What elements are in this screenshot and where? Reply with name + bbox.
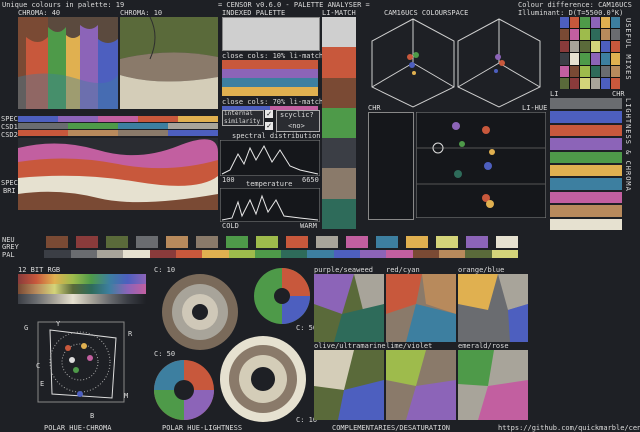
hue-lightness-c50-b — [154, 360, 214, 420]
wheel-c: C — [36, 362, 41, 370]
li-match-label: LI-MATCH — [322, 9, 356, 17]
bri-label: BRI — [3, 187, 16, 195]
internal-similarity-checkbox[interactable]: ✓ — [265, 110, 273, 118]
li-label: LI — [550, 90, 559, 98]
csd1-bar — [18, 123, 218, 129]
chroma-40-label: CHROMA: 40 — [18, 9, 61, 17]
emerald-rose-label: emerald/rose — [458, 342, 509, 350]
wheel-m: M — [124, 392, 129, 400]
chroma-10-label: CHROMA: 10 — [120, 9, 163, 17]
olive-ultramarine-label: olive/ultramarine — [314, 342, 386, 350]
spectral-distribution-plot — [220, 140, 320, 176]
olive-ultramarine-voronoi — [314, 350, 384, 420]
complementaries-label: COMPLEMENTARIES/DESATURATION — [332, 424, 451, 432]
cam16-label: CAM16UCS COLOURSPACE — [384, 9, 469, 17]
spectral-min: 100 — [222, 176, 235, 184]
li-match-strip — [322, 17, 356, 229]
polar-hue-chroma-label: POLAR HUE-CHROMA — [44, 424, 112, 432]
wheel-y: Y — [56, 320, 61, 328]
lime-violet-voronoi — [386, 350, 456, 420]
palette-strip[interactable] — [18, 250, 518, 258]
c50-label-b: C: 50 — [154, 350, 176, 358]
useful-mixes-grid — [560, 17, 620, 89]
orange-blue-voronoi — [458, 274, 528, 342]
li-hue-label: LI-HUE — [522, 104, 548, 112]
wheel-r: R — [128, 330, 133, 338]
unique-colours-label: Unique colours in palette: 19 — [2, 1, 125, 9]
hue-lightness-c50-a — [254, 268, 310, 324]
wheel-g: G — [24, 324, 29, 332]
close-cols-70-label: close cols: 70% li-match — [222, 98, 324, 106]
chroma-40-plot — [18, 17, 118, 109]
purple-seaweed-label: purple/seaweed — [314, 266, 374, 274]
hue-lightness-c10-b — [220, 336, 306, 422]
chr-plot[interactable] — [368, 112, 414, 220]
temperature-label: temperature — [246, 180, 293, 188]
lightness-chroma-label: LIGHTNESS & CHROMA — [624, 98, 632, 192]
indexed-palette-grid[interactable] — [222, 17, 320, 51]
lime-violet-label: lime/violet — [386, 342, 433, 350]
spectrum-landscape-plot — [18, 138, 218, 210]
internal-similarity-label: internal similarity — [224, 110, 261, 125]
grey-label: GREY — [2, 243, 19, 251]
chroma-10-plot — [120, 17, 218, 109]
wheel-e: E — [40, 380, 45, 388]
colour-difference-label: Colour difference: CAM16UCS — [518, 1, 632, 9]
red-cyan-voronoi — [386, 274, 456, 342]
polar-hue-chroma-plot[interactable] — [28, 312, 132, 412]
orange-blue-label: orange/blue — [458, 266, 505, 274]
indexed-palette-label: INDEXED PALETTE — [222, 9, 286, 17]
li-hue-plot[interactable] — [416, 112, 546, 218]
polar-hue-lightness-label: POLAR HUE-LIGHTNESS — [162, 424, 243, 432]
spec-label-b: SPEC — [1, 179, 18, 187]
close-cols-10-label: close cols: 10% li-match — [222, 52, 324, 60]
csd1-label: CSD1 — [1, 123, 18, 131]
temperature-warm: WARM — [300, 222, 317, 230]
rgb12-grid — [18, 274, 146, 304]
cam16-colourspace-3d-left[interactable] — [370, 17, 456, 109]
spectral-max: 6650 — [302, 176, 319, 184]
rgb12-label: 12 BIT RGB — [18, 266, 61, 274]
pal-label: PAL — [2, 251, 15, 259]
spec-label-a: SPEC — [1, 115, 18, 123]
illuminant-label: Illuminant: D(T=5500.0°K) — [518, 9, 624, 17]
app-title: = CENSOR v0.6.0 - PALETTE ANALYSER = — [218, 1, 370, 9]
wheel-b: B — [90, 412, 95, 420]
csd2-bar — [18, 130, 218, 136]
csd2-label: CSD2 — [1, 131, 18, 139]
temperature-cold: COLD — [222, 222, 239, 230]
temperature-plot — [220, 188, 320, 222]
spec-bar — [18, 116, 218, 122]
chr-left-label: CHR — [368, 104, 381, 112]
cyclic-value: <no> — [288, 122, 305, 130]
neutral-grey-swatches — [46, 236, 518, 248]
red-cyan-label: red/cyan — [386, 266, 420, 274]
cyclic-checkbox[interactable]: ✓ — [265, 122, 273, 130]
github-url[interactable]: https://github.com/quickmarble/censor — [498, 424, 640, 432]
close-cols-10-bar — [222, 60, 318, 96]
chr-right-label: CHR — [612, 90, 625, 98]
emerald-rose-voronoi — [458, 350, 528, 420]
cyclic-label: scyclic? — [280, 111, 314, 119]
purple-seaweed-voronoi — [314, 274, 384, 342]
useful-mixes-label: USEFUL MIXES — [624, 18, 632, 81]
spectral-label: spectral distribution — [232, 132, 321, 140]
lightness-chroma-bars — [550, 98, 622, 231]
cam16-colourspace-3d-right[interactable] — [456, 17, 542, 109]
